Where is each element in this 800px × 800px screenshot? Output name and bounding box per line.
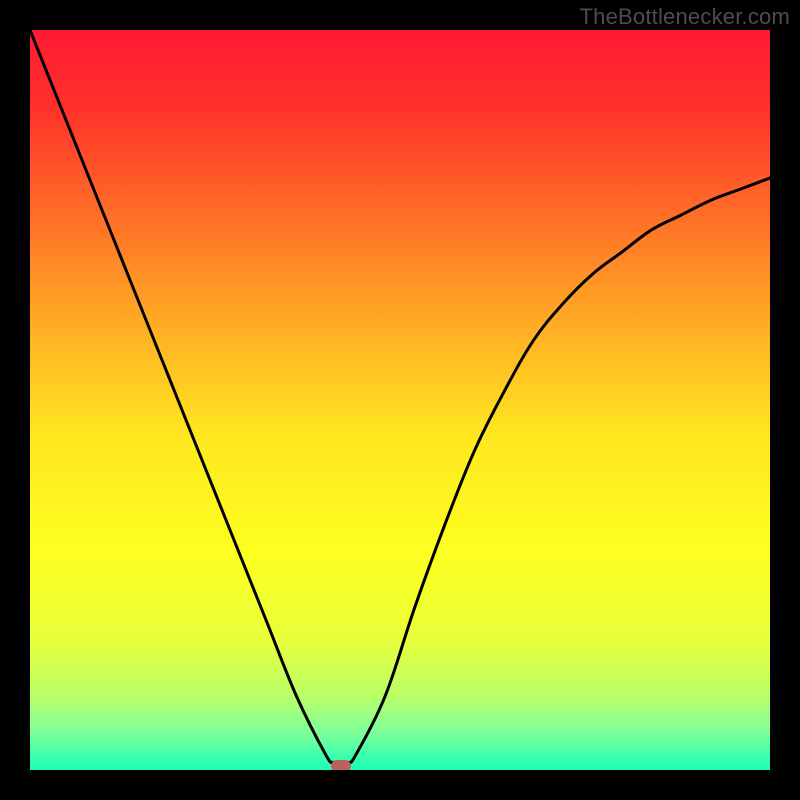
plot-area: [30, 30, 770, 770]
bottleneck-curve: [30, 30, 770, 770]
chart-frame: TheBottlenecker.com: [0, 0, 800, 800]
watermark-text: TheBottlenecker.com: [580, 4, 790, 30]
optimal-point-marker: [331, 760, 351, 770]
